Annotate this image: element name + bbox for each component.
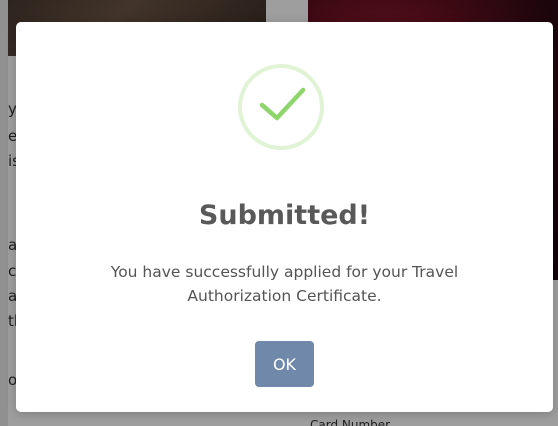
checkmark-icon [259,87,306,121]
success-dialog: Submitted! You have successfully applied… [16,22,553,412]
dialog-message: You have successfully applied for your T… [110,263,459,305]
dialog-title: Submitted! [198,200,371,231]
page: y e is a c ai th or Card Number Submitte… [0,0,558,426]
success-check-icon [238,64,324,150]
ok-button[interactable]: OK [255,341,314,387]
